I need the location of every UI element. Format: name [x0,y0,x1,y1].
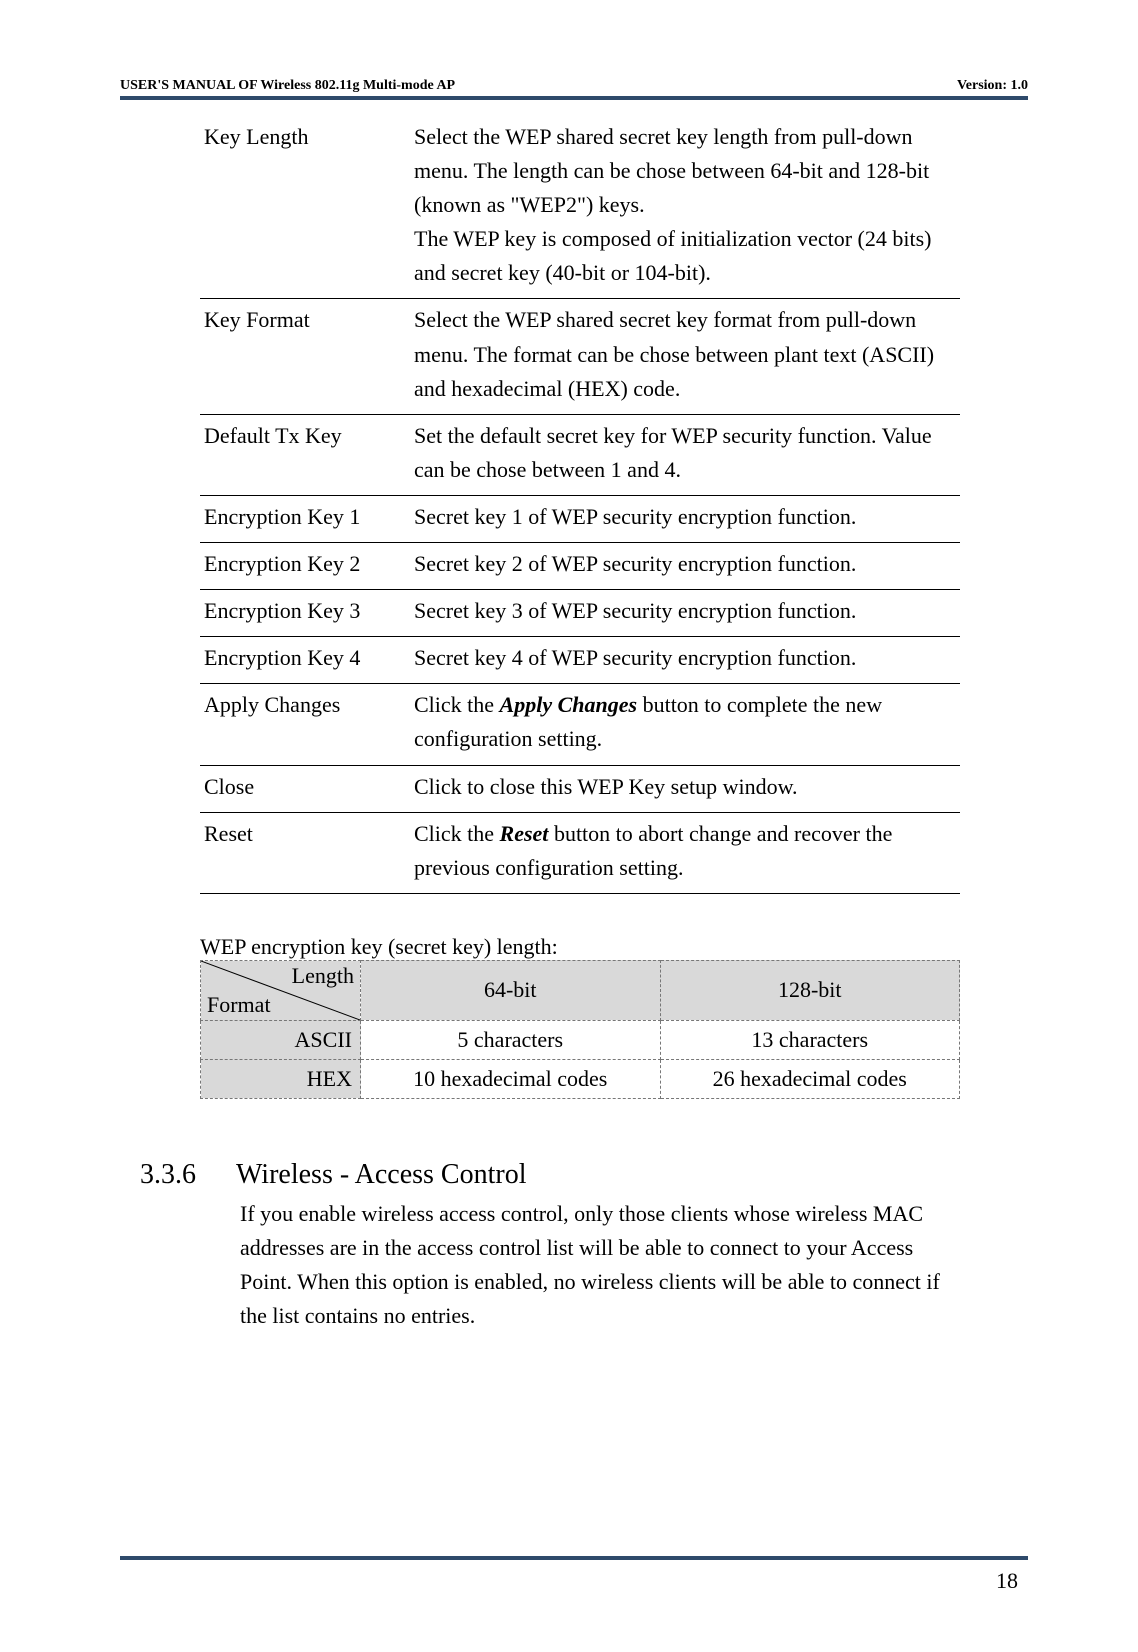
definition-desc: Select the WEP shared secret key format … [410,299,960,414]
table-row: Encryption Key 4Secret key 4 of WEP secu… [200,637,960,684]
section-number: 3.3.6 [140,1159,236,1191]
table-row: Encryption Key 3Secret key 3 of WEP secu… [200,590,960,637]
section-title: Wireless - Access Control [236,1159,526,1190]
page-header: USER'S MANUAL OF Wireless 802.11g Multi-… [120,78,1028,100]
cell-hex-128: 26 hexadecimal codes [660,1059,960,1098]
definition-label: Key Length [200,116,410,299]
definition-label: Encryption Key 2 [200,543,410,590]
col-128bit: 128-bit [660,960,960,1020]
row-ascii-header: ASCII [201,1020,361,1059]
definition-label: Reset [200,812,410,893]
definition-label: Encryption Key 4 [200,637,410,684]
page-number: 18 [996,1568,1018,1594]
definition-label: Default Tx Key [200,414,410,495]
definition-desc: Secret key 2 of WEP security encryption … [410,543,960,590]
diag-header-format: Format [207,992,271,1018]
section-heading: 3.3.6Wireless - Access Control [120,1159,1028,1191]
cell-hex-64: 10 hexadecimal codes [361,1059,661,1098]
cell-ascii-64: 5 characters [361,1020,661,1059]
definition-label: Key Format [200,299,410,414]
definition-label: Apply Changes [200,684,410,765]
col-64bit: 64-bit [361,960,661,1020]
header-version: Version: 1.0 [957,78,1028,94]
definition-label: Encryption Key 1 [200,495,410,542]
table-row: Key LengthSelect the WEP shared secret k… [200,116,960,299]
emphasis-term: Reset [500,821,549,846]
definition-desc: Click the Apply Changes button to comple… [410,684,960,765]
section-body: If you enable wireless access control, o… [240,1197,960,1333]
table-row: Key FormatSelect the WEP shared secret k… [200,299,960,414]
key-length-table: Length Format 64-bit 128-bit ASCII 5 cha… [200,960,960,1099]
definition-desc: Click to close this WEP Key setup window… [410,765,960,812]
definition-label: Close [200,765,410,812]
diag-header-length: Length [292,963,354,989]
definition-desc: Secret key 1 of WEP security encryption … [410,495,960,542]
definition-desc: Set the default secret key for WEP secur… [410,414,960,495]
definitions-table: Key LengthSelect the WEP shared secret k… [200,116,960,894]
definition-desc: Secret key 3 of WEP security encryption … [410,590,960,637]
emphasis-term: Apply Changes [500,692,638,717]
header-title: USER'S MANUAL OF Wireless 802.11g Multi-… [120,78,455,94]
table-row: Encryption Key 1Secret key 1 of WEP secu… [200,495,960,542]
definition-desc: Select the WEP shared secret key length … [410,116,960,299]
footer-rule [120,1556,1028,1560]
table-row: Encryption Key 2Secret key 2 of WEP secu… [200,543,960,590]
table-row: CloseClick to close this WEP Key setup w… [200,765,960,812]
table-row: Apply ChangesClick the Apply Changes but… [200,684,960,765]
row-hex-header: HEX [201,1059,361,1098]
definition-label: Encryption Key 3 [200,590,410,637]
table-row: Default Tx KeySet the default secret key… [200,414,960,495]
cell-ascii-128: 13 characters [660,1020,960,1059]
diag-header-cell: Length Format [201,960,361,1020]
definition-desc: Secret key 4 of WEP security encryption … [410,637,960,684]
table-row: ResetClick the Reset button to abort cha… [200,812,960,893]
definition-desc: Click the Reset button to abort change a… [410,812,960,893]
wep-table-caption: WEP encryption key (secret key) length: [200,934,1028,960]
